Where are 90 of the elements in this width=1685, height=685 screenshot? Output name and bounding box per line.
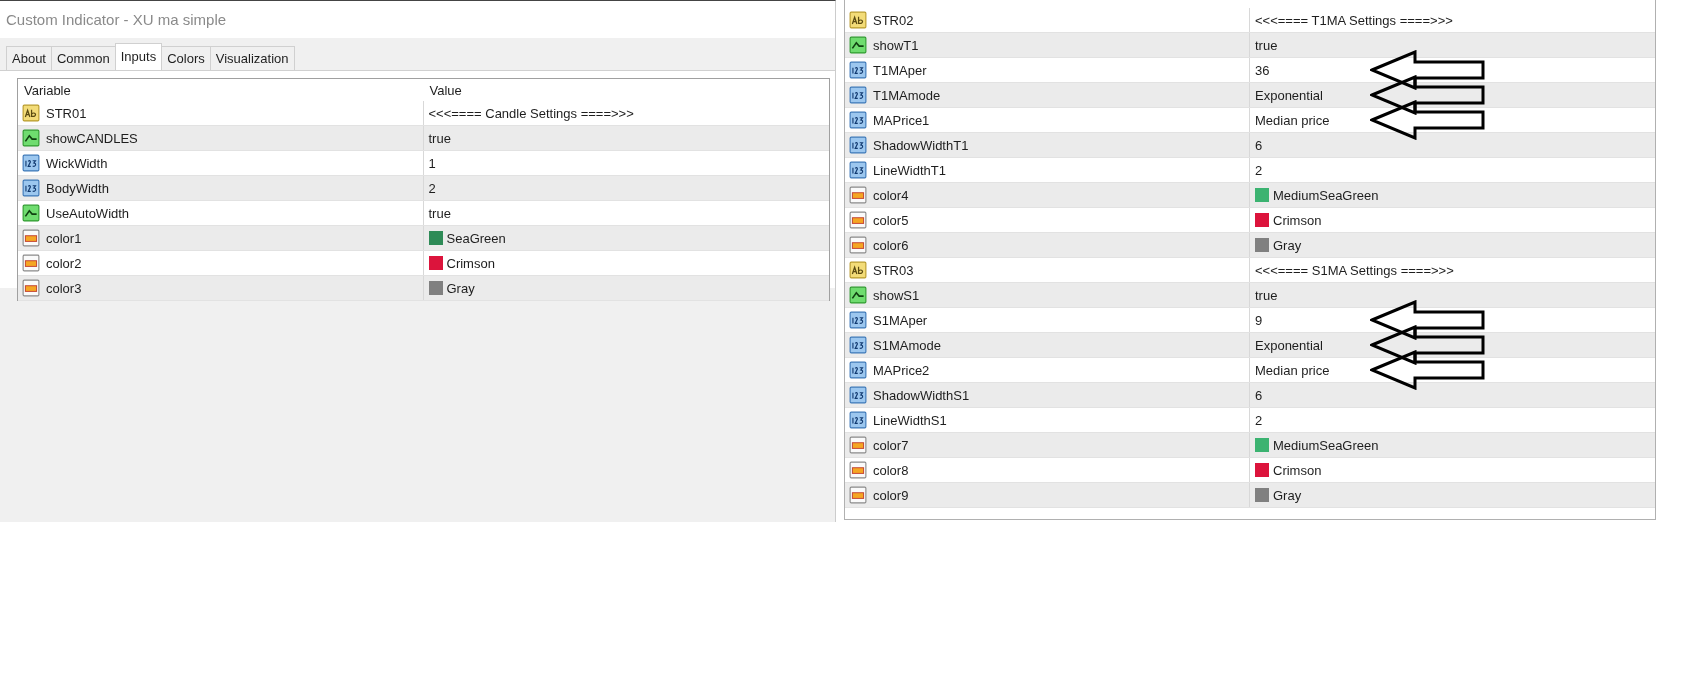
tab[interactable]: About	[6, 46, 52, 70]
value-text: true	[1255, 37, 1278, 53]
value-text: 2	[1255, 162, 1263, 178]
value-text: MediumSeaGreen	[1273, 187, 1379, 203]
value-text: 36	[1255, 62, 1270, 78]
variable-name: color6	[873, 237, 909, 253]
value-text: Crimson	[446, 255, 495, 271]
number-type-icon	[849, 311, 867, 329]
tab[interactable]: Visualization	[209, 46, 295, 70]
value-text: <<<==== Candle Settings ====>>>	[428, 105, 634, 121]
number-type-icon	[849, 136, 867, 154]
value-text: Exponential	[1255, 337, 1323, 353]
value-text: 9	[1255, 312, 1263, 328]
column-header: Value	[428, 82, 463, 100]
variable-name: ShadowWidthT1	[873, 137, 969, 153]
column-header: Variable	[23, 82, 72, 100]
toggle-type-icon	[22, 129, 40, 147]
variable-name: MAPrice2	[873, 362, 930, 378]
variable-name: showS1	[873, 287, 920, 303]
color-type-icon	[849, 461, 867, 479]
color-type-icon	[849, 211, 867, 229]
text-type-icon	[22, 104, 40, 122]
text-type-icon	[849, 11, 867, 29]
variable-name: BodyWidth	[46, 180, 109, 196]
value-text: Crimson	[1273, 212, 1322, 228]
variable-name: STR02	[873, 12, 914, 28]
tab[interactable]: Inputs	[114, 43, 163, 70]
number-type-icon	[22, 154, 40, 172]
number-type-icon	[849, 61, 867, 79]
value-text: true	[428, 130, 451, 146]
number-type-icon	[849, 86, 867, 104]
value-text: 2	[428, 180, 436, 196]
value-text: 1	[428, 155, 436, 171]
number-type-icon	[849, 336, 867, 354]
color-type-icon	[849, 186, 867, 204]
value-text: <<<==== T1MA Settings ====>>>	[1255, 12, 1453, 28]
value-text: true	[428, 205, 451, 221]
variable-name: color9	[873, 487, 909, 503]
window-title: Custom Indicator - XU ma simple	[0, 1, 835, 38]
number-type-icon	[849, 161, 867, 179]
variable-name: color8	[873, 462, 909, 478]
color-type-icon	[22, 229, 40, 247]
color-type-icon	[849, 236, 867, 254]
value-text: 2	[1255, 412, 1263, 428]
variable-name: LineWidthS1	[873, 412, 947, 428]
variable-name: color7	[873, 437, 909, 453]
variable-name: STR03	[873, 262, 914, 278]
number-type-icon	[849, 386, 867, 404]
value-text: SeaGreen	[446, 230, 506, 246]
number-type-icon	[22, 179, 40, 197]
value-text: Exponential	[1255, 87, 1323, 103]
variable-name: WickWidth	[46, 155, 108, 171]
text-type-icon	[849, 261, 867, 279]
value-text: <<<==== S1MA Settings ====>>>	[1255, 262, 1454, 278]
number-type-icon	[849, 411, 867, 429]
variable-name: S1MAper	[873, 312, 928, 328]
toggle-type-icon	[849, 36, 867, 54]
variable-name: MAPrice1	[873, 112, 930, 128]
variable-name: color4	[873, 187, 909, 203]
value-text: Crimson	[1273, 462, 1322, 478]
variable-name: color2	[46, 255, 82, 271]
color-type-icon	[22, 279, 40, 297]
value-text: Median price	[1255, 112, 1330, 128]
variable-name: T1MAper	[873, 62, 927, 78]
variable-name: UseAutoWidth	[46, 205, 130, 221]
variable-name: color5	[873, 212, 909, 228]
variable-name: LineWidthT1	[873, 162, 946, 178]
number-type-icon	[849, 361, 867, 379]
toggle-type-icon	[22, 204, 40, 222]
variable-name: showT1	[873, 37, 919, 53]
number-type-icon	[849, 111, 867, 129]
variable-name: ShadowWidthS1	[873, 387, 970, 403]
color-type-icon	[849, 436, 867, 454]
variable-name: STR01	[46, 105, 87, 121]
variable-name: color3	[46, 280, 82, 296]
value-text: 6	[1255, 387, 1263, 403]
value-text: MediumSeaGreen	[1273, 437, 1379, 453]
variable-name: color1	[46, 230, 82, 246]
color-type-icon	[849, 486, 867, 504]
value-text: Gray	[446, 280, 475, 296]
toggle-type-icon	[849, 286, 867, 304]
variable-name: showCANDLES	[46, 130, 138, 146]
value-text: Gray	[1273, 487, 1302, 503]
variable-name: T1MAmode	[873, 87, 941, 103]
variable-name: S1MAmode	[873, 337, 941, 353]
value-text: Gray	[1273, 237, 1302, 253]
value-text: true	[1255, 287, 1278, 303]
color-type-icon	[22, 254, 40, 272]
value-text: 6	[1255, 137, 1263, 153]
value-text: Median price	[1255, 362, 1330, 378]
